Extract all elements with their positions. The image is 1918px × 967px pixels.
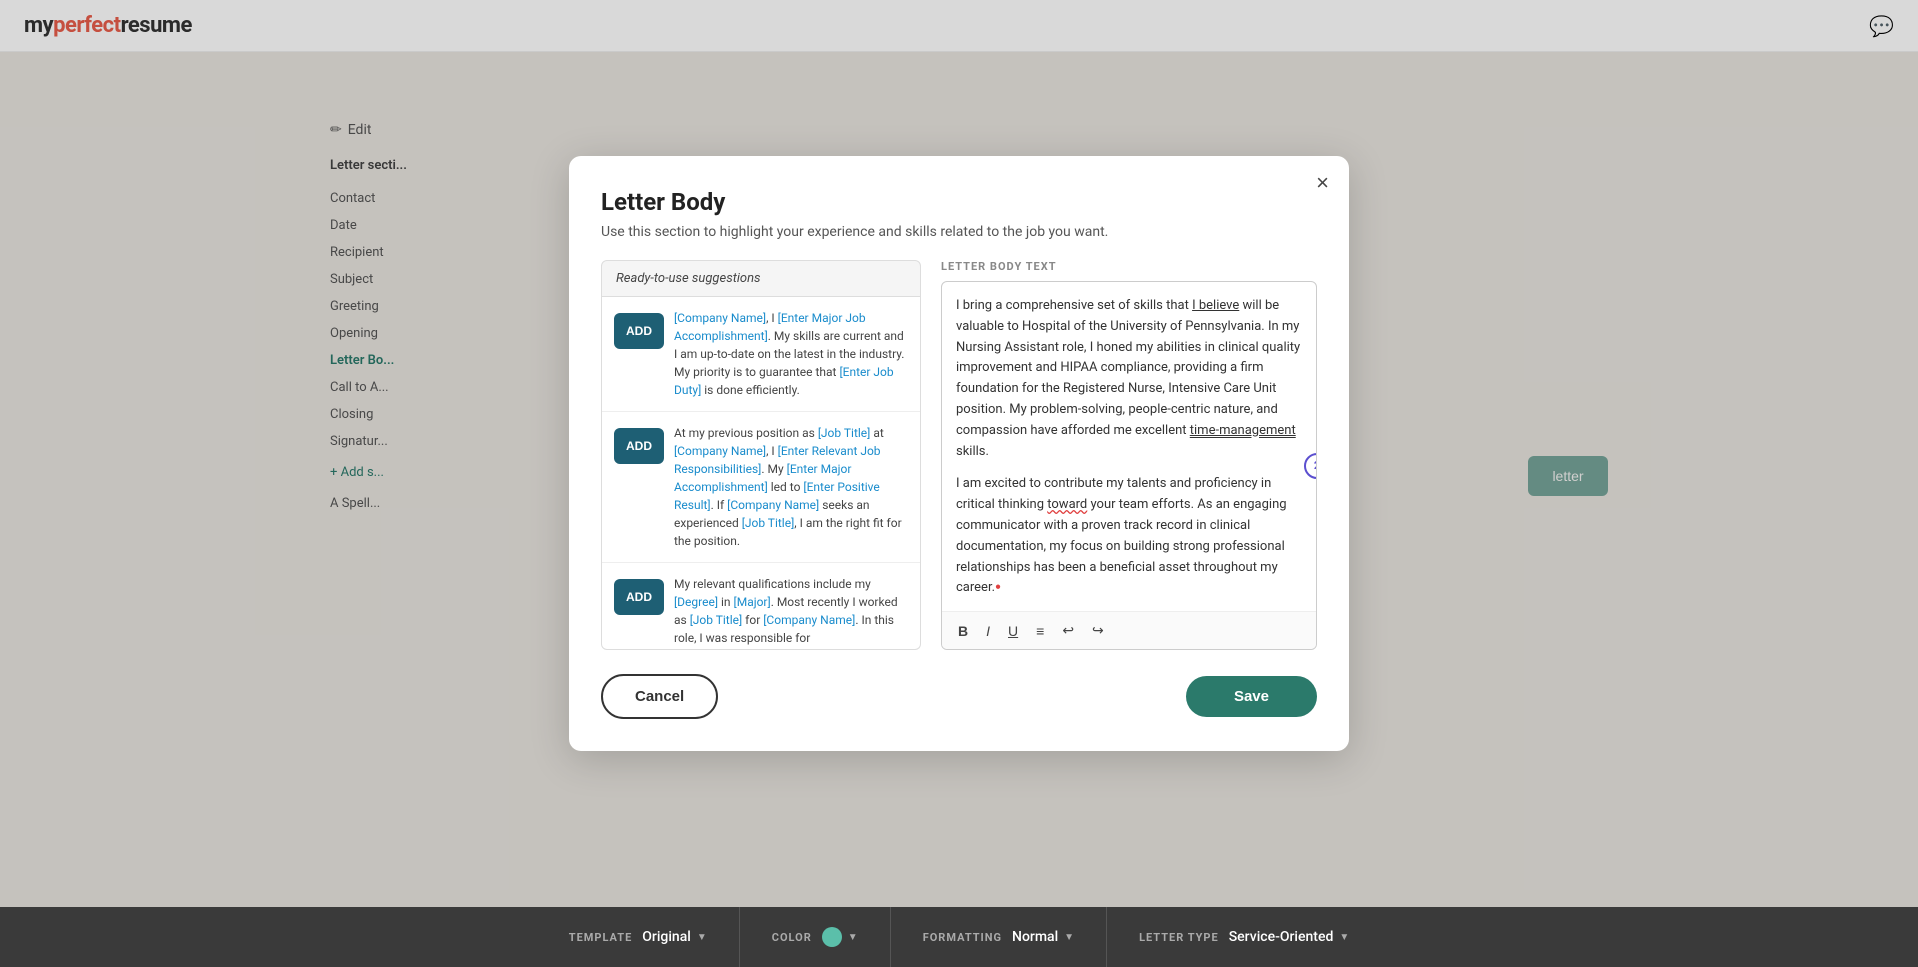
editor-box[interactable]: I bring a comprehensive set of skills th… — [941, 281, 1317, 650]
editor-paragraph-2: I am excited to contribute my talents an… — [956, 474, 1302, 599]
formatting-label: FORMATTING — [923, 931, 1002, 944]
suggestion-item-2: ADD At my previous position as [Job Titl… — [602, 412, 920, 563]
suggestions-header: Ready-to-use suggestions — [601, 260, 921, 297]
letter-type-section: LETTER TYPE Service-Oriented ▼ — [1107, 907, 1381, 967]
formatting-chevron-icon: ▼ — [1064, 932, 1074, 943]
editor-label: LETTER BODY TEXT — [941, 260, 1317, 273]
cancel-button[interactable]: Cancel — [601, 674, 718, 719]
formatting-section: FORMATTING Normal ▼ — [891, 907, 1107, 967]
underline-button[interactable]: U — [1004, 621, 1022, 641]
suggestions-panel: Ready-to-use suggestions ADD [Company Na… — [601, 260, 921, 650]
color-section: COLOR ▼ — [740, 907, 891, 967]
add-suggestion-3-button[interactable]: ADD — [614, 579, 664, 615]
modal-subtitle: Use this section to highlight your exper… — [601, 224, 1317, 240]
template-label: TEMPLATE — [569, 931, 633, 944]
italic-button[interactable]: I — [982, 621, 994, 641]
letter-type-value[interactable]: Service-Oriented ▼ — [1229, 929, 1350, 945]
template-section: TEMPLATE Original ▼ — [537, 907, 740, 967]
editor-content[interactable]: I bring a comprehensive set of skills th… — [942, 282, 1316, 611]
list-button[interactable]: ≡ — [1032, 621, 1048, 641]
color-dot — [822, 927, 842, 947]
formatting-value[interactable]: Normal ▼ — [1012, 929, 1074, 945]
suggestion-text-2: At my previous position as [Job Title] a… — [674, 424, 908, 550]
modal-title: Letter Body — [601, 188, 1317, 216]
redo-button[interactable]: ↪ — [1088, 620, 1108, 641]
color-value[interactable]: ▼ — [822, 927, 858, 947]
color-label: COLOR — [772, 931, 812, 944]
add-suggestion-1-button[interactable]: ADD — [614, 313, 664, 349]
modal-footer: Cancel Save — [601, 674, 1317, 719]
modal-body: Ready-to-use suggestions ADD [Company Na… — [601, 260, 1317, 650]
editor-toolbar: B I U ≡ ↩ ↪ — [942, 611, 1316, 649]
save-button[interactable]: Save — [1186, 676, 1317, 717]
suggestions-list: ADD [Company Name], I [Enter Major Job A… — [601, 297, 921, 650]
add-suggestion-2-button[interactable]: ADD — [614, 428, 664, 464]
template-value[interactable]: Original ▼ — [642, 929, 706, 945]
undo-button[interactable]: ↩ — [1058, 620, 1078, 641]
editor-paragraph-1: I bring a comprehensive set of skills th… — [956, 296, 1302, 462]
letter-type-chevron-icon: ▼ — [1339, 932, 1349, 943]
letter-body-modal: × Letter Body Use this section to highli… — [569, 156, 1349, 751]
bottom-bar: TEMPLATE Original ▼ COLOR ▼ FORMATTING N… — [0, 907, 1918, 967]
color-chevron-icon: ▼ — [848, 932, 858, 943]
suggestion-item-3: ADD My relevant qualifications include m… — [602, 563, 920, 650]
modal-overlay: × Letter Body Use this section to highli… — [0, 0, 1918, 907]
suggestion-text-1: [Company Name], I [Enter Major Job Accom… — [674, 309, 908, 399]
bold-button[interactable]: B — [954, 621, 972, 641]
editor-panel: LETTER BODY TEXT I bring a comprehensive… — [941, 260, 1317, 650]
letter-type-label: LETTER TYPE — [1139, 931, 1219, 944]
suggestion-item-1: ADD [Company Name], I [Enter Major Job A… — [602, 297, 920, 412]
modal-close-button[interactable]: × — [1316, 172, 1329, 194]
template-chevron-icon: ▼ — [697, 932, 707, 943]
suggestion-text-3: My relevant qualifications include my [D… — [674, 575, 908, 647]
